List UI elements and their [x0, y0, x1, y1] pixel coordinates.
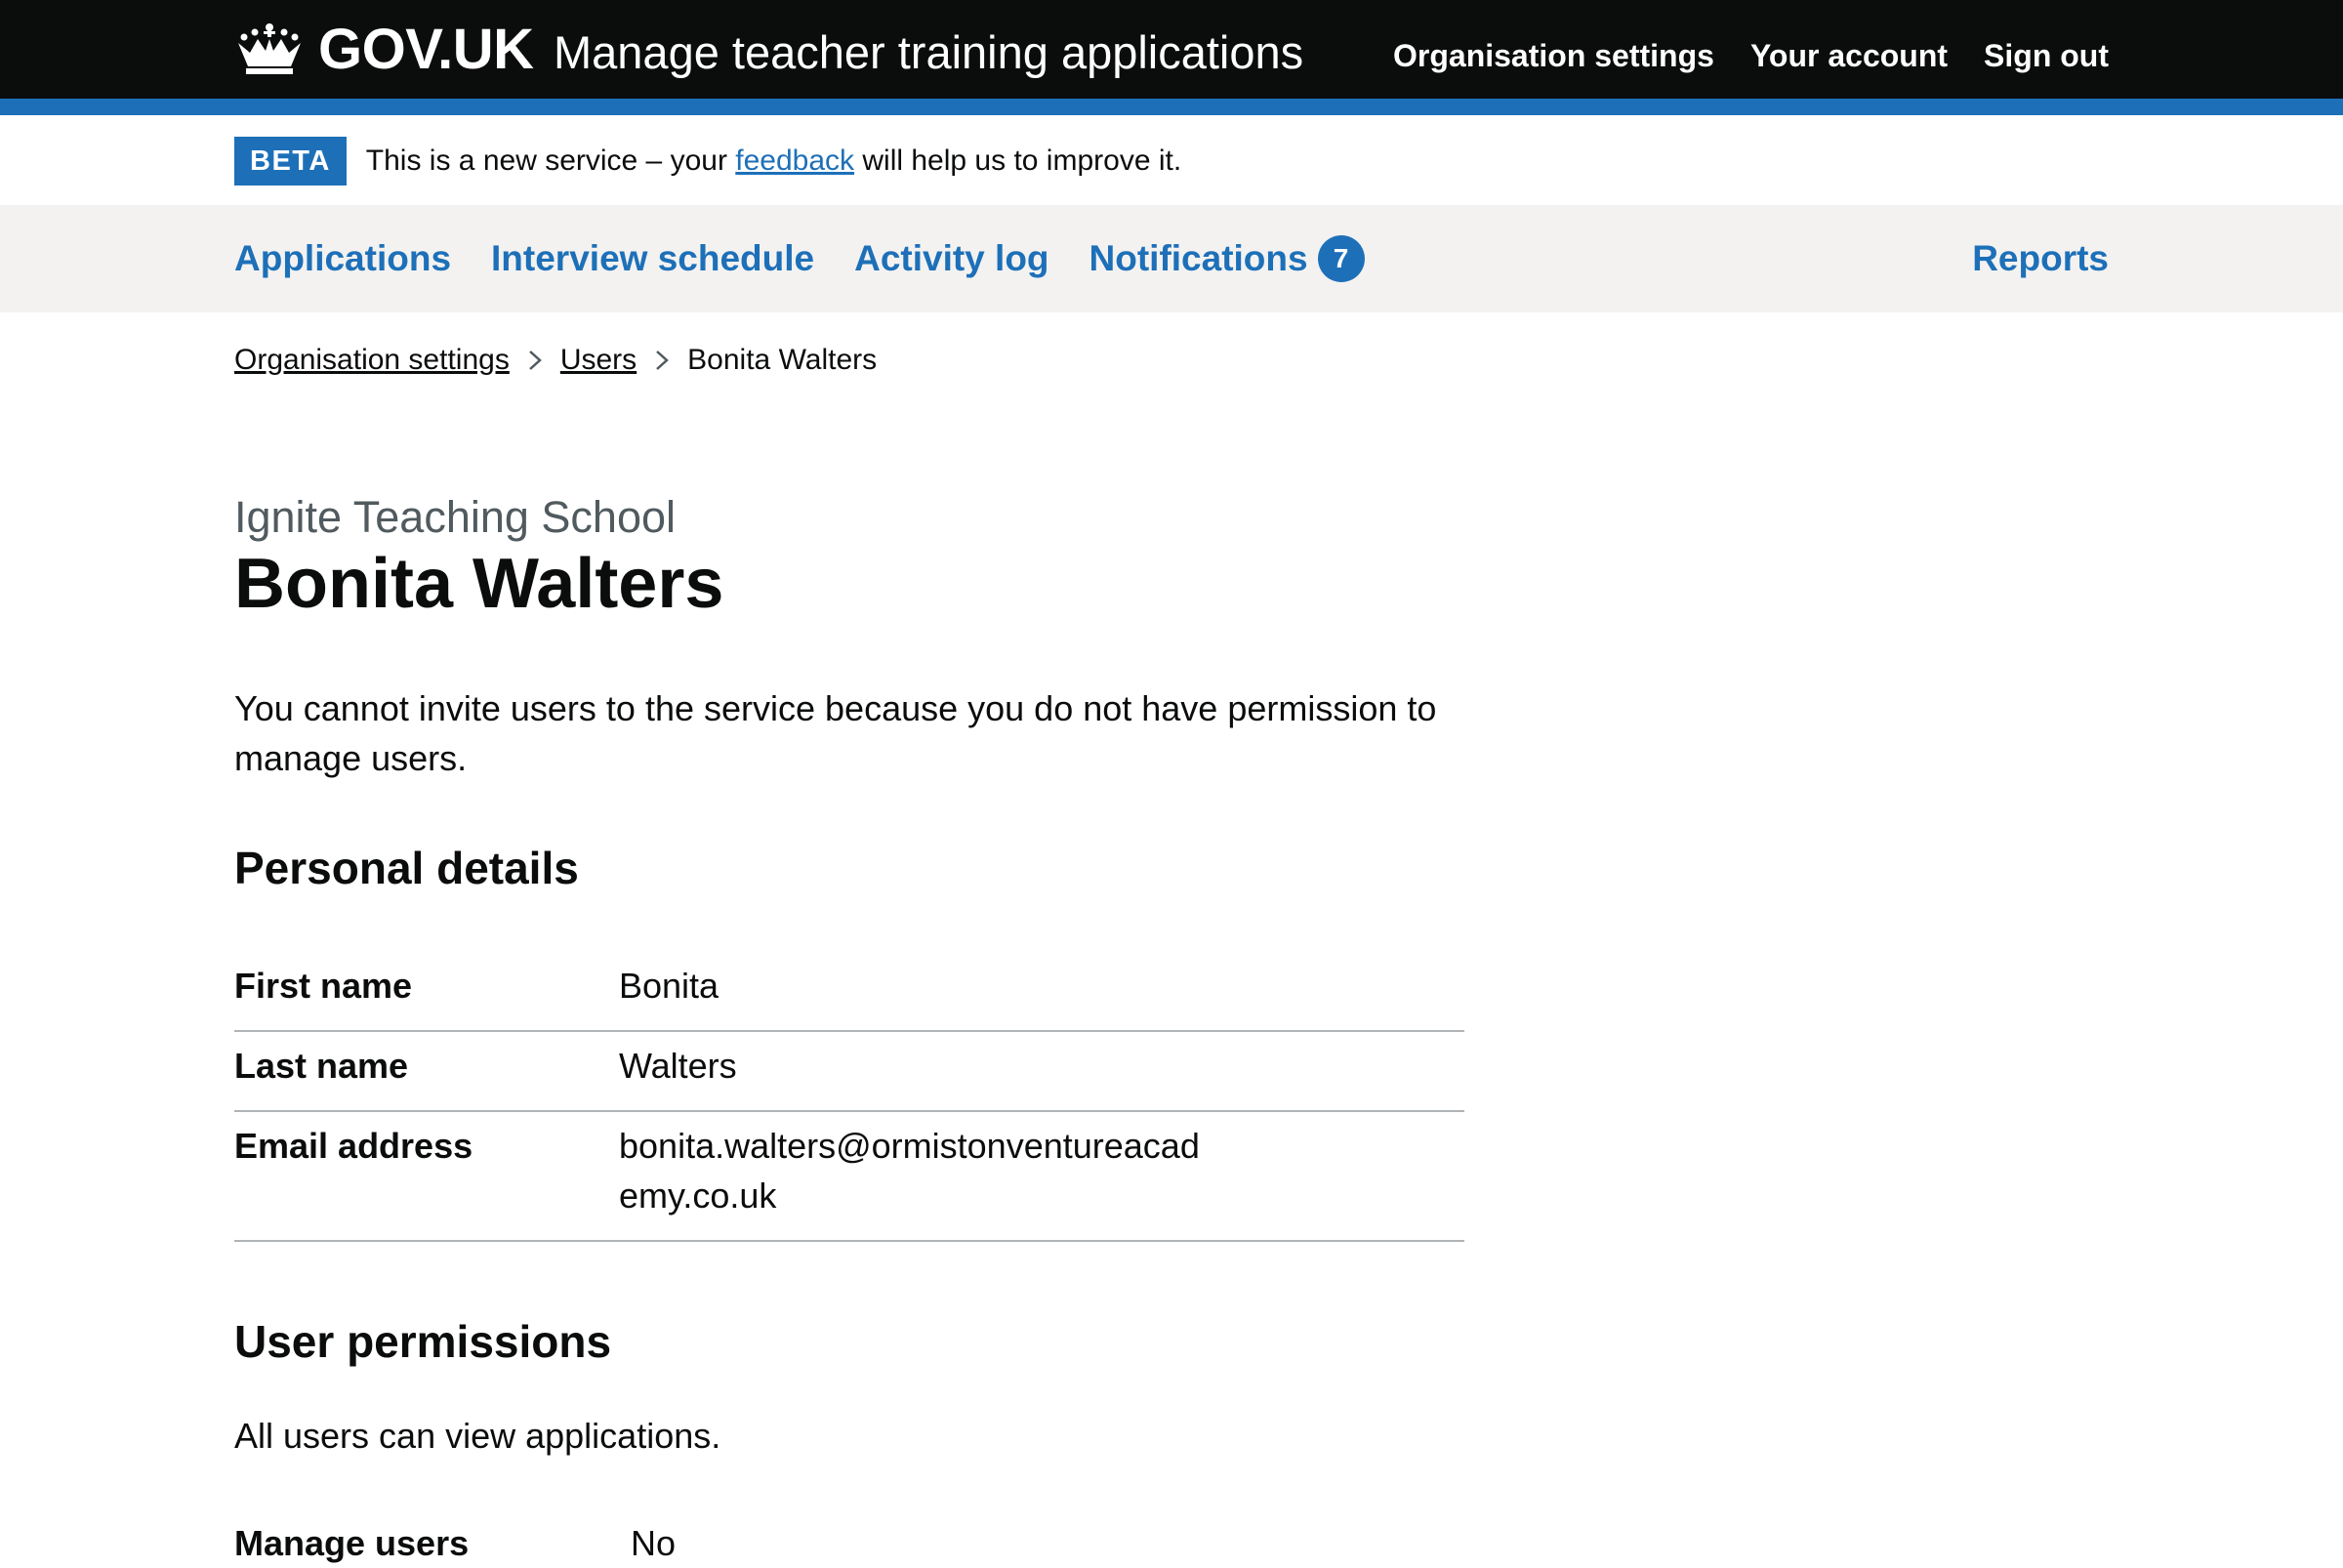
summary-row: Last name Walters [234, 1032, 1464, 1112]
phase-text-after: will help us to improve it. [854, 144, 1182, 177]
header-link-organisation-settings[interactable]: Organisation settings [1393, 33, 1714, 78]
header-link-sign-out[interactable]: Sign out [1984, 33, 2109, 78]
nav-item-activity-log[interactable]: Activity log [854, 234, 1048, 283]
summary-value-first-name: Bonita [619, 966, 719, 1006]
phase-banner: BETA This is a new service – your feedba… [234, 137, 1181, 186]
summary-key-first-name: First name [234, 966, 413, 1006]
user-permissions-heading: User permissions [234, 1316, 612, 1367]
summary-key-email-address: Email address [234, 1126, 473, 1166]
nav-item-reports[interactable]: Reports [1972, 234, 2109, 283]
beta-tag: BETA [234, 137, 347, 186]
primary-navigation: Applications Interview schedule Activity… [0, 205, 2343, 312]
breadcrumb-current-page: Bonita Walters [687, 344, 878, 376]
chevron-right-icon [528, 351, 542, 370]
summary-value-manage-users: No [631, 1523, 677, 1563]
header-navigation: Organisation settings Your account Sign … [1393, 33, 2109, 78]
page-caption: Ignite Teaching School [234, 492, 676, 542]
phase-banner-text: This is a new service – your feedback wi… [366, 142, 1181, 181]
service-name-link[interactable]: Manage teacher training applications [554, 21, 1303, 84]
summary-value-email-address: bonita.walters@ormistonventureacademy.co… [619, 1126, 1200, 1216]
nav-item-notifications[interactable]: Notifications 7 [1089, 234, 1365, 283]
breadcrumb: Organisation settings Users Bonita Walte… [234, 341, 877, 380]
personal-details-summary-list: First name Bonita Last name Walters Emai… [234, 952, 1464, 1242]
phase-text-before: This is a new service – your [365, 144, 736, 177]
chevron-right-icon [656, 351, 670, 370]
permission-notice: You cannot invite users to the service b… [234, 688, 1437, 778]
page-title: Bonita Walters [234, 545, 724, 623]
notifications-count-badge: 7 [1317, 235, 1365, 282]
summary-key-manage-users: Manage users [234, 1523, 470, 1563]
summary-row: Email address bonita.walters@ormistonven… [234, 1112, 1464, 1242]
personal-details-heading: Personal details [234, 843, 579, 893]
govuk-logo-text: GOV.UK [318, 17, 534, 81]
nav-item-notifications-label: Notifications [1089, 238, 1308, 278]
crown-icon [238, 23, 301, 74]
govuk-logo-link[interactable]: GOV.UK [234, 17, 534, 81]
nav-item-applications[interactable]: Applications [234, 234, 451, 283]
breadcrumb-organisation-settings[interactable]: Organisation settings [234, 341, 510, 380]
feedback-link[interactable]: feedback [735, 144, 854, 177]
header-blue-stripe [0, 99, 2343, 115]
header-link-your-account[interactable]: Your account [1750, 33, 1948, 78]
breadcrumb-users[interactable]: Users [560, 341, 637, 380]
summary-value-last-name: Walters [619, 1046, 737, 1086]
nav-item-interview-schedule[interactable]: Interview schedule [491, 234, 814, 283]
summary-row: First name Bonita [234, 952, 1464, 1032]
govuk-header: GOV.UK Manage teacher training applicati… [0, 0, 2343, 99]
summary-key-last-name: Last name [234, 1046, 409, 1086]
user-permissions-text: All users can view applications. [234, 1416, 721, 1456]
permissions-summary-row: Manage users No [234, 1518, 1464, 1568]
